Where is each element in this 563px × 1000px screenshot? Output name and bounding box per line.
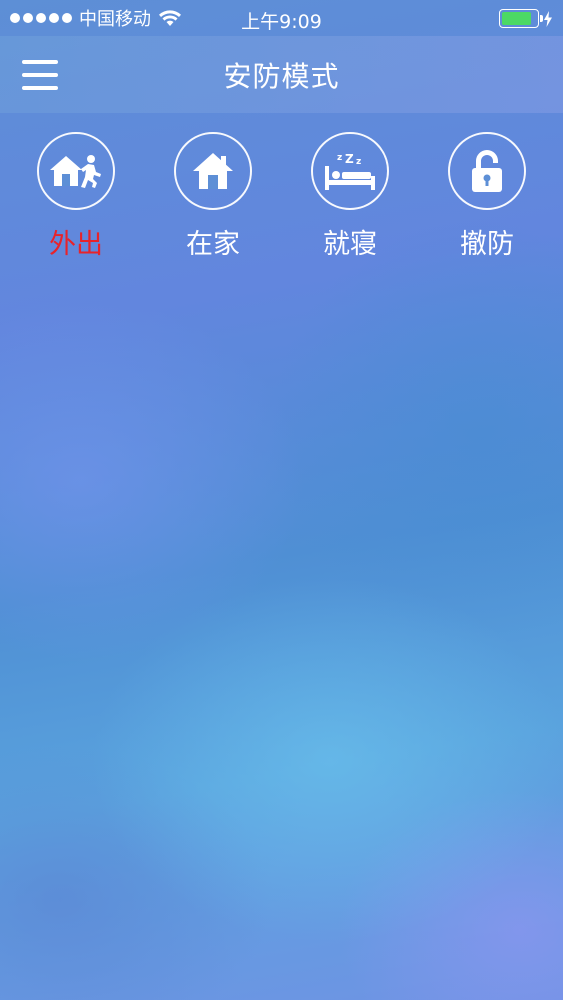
- mode-away-label: 外出: [49, 229, 103, 260]
- away-house-running-icon[interactable]: [37, 132, 115, 210]
- hamburger-menu-icon[interactable]: [22, 60, 58, 90]
- navigation-bar: 安防模式: [0, 36, 563, 113]
- svg-text:z: z: [337, 153, 342, 163]
- security-mode-row: 外出 在家 z Z z 就寝 撤防: [0, 130, 563, 270]
- unlock-icon[interactable]: [448, 132, 526, 210]
- battery-icon: [499, 9, 543, 28]
- charging-bolt-icon: [544, 10, 552, 27]
- wifi-icon: [159, 10, 181, 26]
- home-icon[interactable]: [174, 132, 252, 210]
- signal-strength-icon: [10, 13, 72, 23]
- mode-disarm-label: 撤防: [460, 229, 514, 260]
- mode-home-label: 在家: [186, 229, 240, 260]
- sleep-bed-icon[interactable]: z Z z: [311, 132, 389, 210]
- mode-sleep-label: 就寝: [323, 229, 377, 260]
- mode-disarm-button[interactable]: 撤防: [437, 130, 537, 261]
- page-title: 安防模式: [223, 59, 340, 93]
- status-bar: 中国移动 上午9:09: [0, 0, 563, 36]
- svg-text:z: z: [356, 157, 361, 167]
- carrier-name: 中国移动: [79, 9, 151, 30]
- mode-away-button[interactable]: 外出: [26, 130, 126, 261]
- svg-text:Z: Z: [345, 152, 354, 166]
- mode-home-button[interactable]: 在家: [163, 130, 263, 261]
- battery-indicator: [499, 9, 553, 28]
- mode-sleep-button[interactable]: z Z z 就寝: [300, 130, 400, 261]
